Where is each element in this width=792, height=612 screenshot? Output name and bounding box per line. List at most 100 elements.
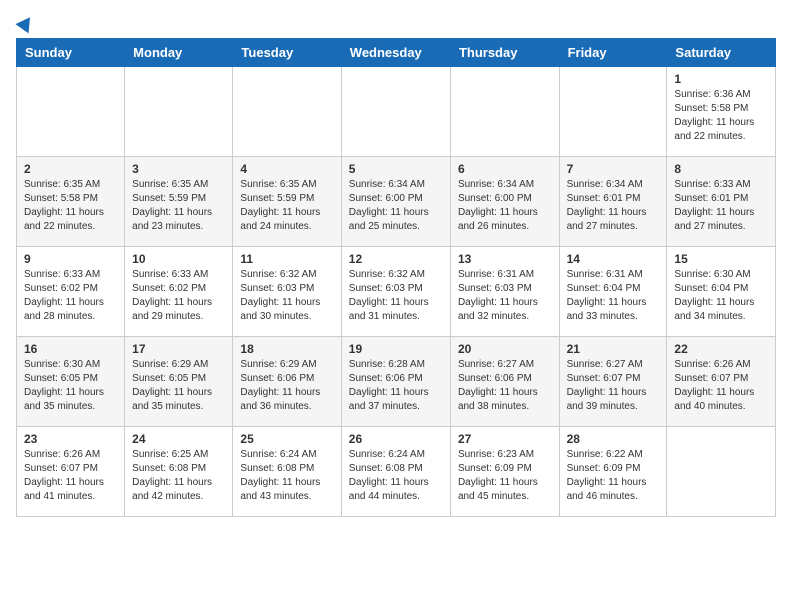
day-number: 28 [567, 432, 660, 446]
day-number: 8 [674, 162, 768, 176]
day-info: Sunrise: 6:31 AM Sunset: 6:04 PM Dayligh… [567, 268, 660, 324]
calendar-cell: 7 Sunrise: 6:34 AM Sunset: 6:01 PM Daylig… [559, 157, 667, 247]
day-number: 25 [240, 432, 333, 446]
day-number: 14 [567, 252, 660, 266]
calendar-cell: 15Sunrise: 6:30 AM Sunset: 6:04 PM Dayli… [667, 247, 776, 337]
calendar-cell [667, 427, 776, 517]
calendar-cell: 1 Sunrise: 6:36 AM Sunset: 5:58 PM Daylig… [667, 67, 776, 157]
calendar-cell: 12 Sunrise: 6:32 AM Sunset: 6:03 PM Dayli… [341, 247, 450, 337]
day-info: Sunrise: 6:34 AM Sunset: 6:00 PM Dayligh… [349, 178, 443, 234]
day-info: Sunrise: 6:23 AM Sunset: 6:09 PM Dayligh… [458, 448, 552, 504]
calendar-cell [17, 67, 125, 157]
day-number: 6 [458, 162, 552, 176]
calendar-table: Sunday Monday Tuesday Wednesday Thursday… [16, 38, 776, 517]
day-info: Sunrise: 6:29 AM Sunset: 6:05 PM Dayligh… [132, 358, 225, 414]
calendar-cell: 2 Sunrise: 6:35 AM Sunset: 5:58 PM Daylig… [17, 157, 125, 247]
page-header [16, 16, 776, 30]
day-info: Sunrise: 6:36 AM Sunset: 5:58 PM Dayligh… [674, 88, 768, 144]
calendar-cell: 25Sunrise: 6:24 AM Sunset: 6:08 PM Dayli… [233, 427, 341, 517]
day-number: 15 [674, 252, 768, 266]
day-number: 20 [458, 342, 552, 356]
calendar-cell [450, 67, 559, 157]
calendar-cell: 13 Sunrise: 6:31 AM Sunset: 6:03 PM Dayli… [450, 247, 559, 337]
calendar-week-row: 2 Sunrise: 6:35 AM Sunset: 5:58 PM Daylig… [17, 157, 776, 247]
day-info: Sunrise: 6:32 AM Sunset: 6:03 PM Dayligh… [349, 268, 443, 324]
day-info: Sunrise: 6:27 AM Sunset: 6:06 PM Dayligh… [458, 358, 552, 414]
day-info: Sunrise: 6:30 AM Sunset: 6:05 PM Dayligh… [24, 358, 117, 414]
day-info: Sunrise: 6:24 AM Sunset: 6:08 PM Dayligh… [349, 448, 443, 504]
day-number: 10 [132, 252, 225, 266]
calendar-cell: 18Sunrise: 6:29 AM Sunset: 6:06 PM Dayli… [233, 337, 341, 427]
day-number: 2 [24, 162, 117, 176]
calendar-cell: 17 Sunrise: 6:29 AM Sunset: 6:05 PM Dayli… [125, 337, 233, 427]
day-info: Sunrise: 6:34 AM Sunset: 6:00 PM Dayligh… [458, 178, 552, 234]
calendar-cell: 9 Sunrise: 6:33 AM Sunset: 6:02 PM Daylig… [17, 247, 125, 337]
calendar-cell: 28 Sunrise: 6:22 AM Sunset: 6:09 PM Dayli… [559, 427, 667, 517]
calendar-cell [559, 67, 667, 157]
calendar-cell: 10 Sunrise: 6:33 AM Sunset: 6:02 PM Dayli… [125, 247, 233, 337]
day-info: Sunrise: 6:35 AM Sunset: 5:58 PM Dayligh… [24, 178, 117, 234]
day-number: 13 [458, 252, 552, 266]
calendar-week-row: 23 Sunrise: 6:26 AM Sunset: 6:07 PM Dayli… [17, 427, 776, 517]
day-info: Sunrise: 6:26 AM Sunset: 6:07 PM Dayligh… [24, 448, 117, 504]
day-info: Sunrise: 6:33 AM Sunset: 6:02 PM Dayligh… [24, 268, 117, 324]
day-info: Sunrise: 6:35 AM Sunset: 5:59 PM Dayligh… [240, 178, 333, 234]
day-number: 21 [567, 342, 660, 356]
day-info: Sunrise: 6:35 AM Sunset: 5:59 PM Dayligh… [132, 178, 225, 234]
calendar-cell: 19 Sunrise: 6:28 AM Sunset: 6:06 PM Dayli… [341, 337, 450, 427]
day-number: 26 [349, 432, 443, 446]
header-sunday: Sunday [17, 39, 125, 67]
day-number: 19 [349, 342, 443, 356]
day-info: Sunrise: 6:33 AM Sunset: 6:02 PM Dayligh… [132, 268, 225, 324]
calendar-cell: 26 Sunrise: 6:24 AM Sunset: 6:08 PM Dayli… [341, 427, 450, 517]
calendar-cell: 14 Sunrise: 6:31 AM Sunset: 6:04 PM Dayli… [559, 247, 667, 337]
day-info: Sunrise: 6:22 AM Sunset: 6:09 PM Dayligh… [567, 448, 660, 504]
day-info: Sunrise: 6:28 AM Sunset: 6:06 PM Dayligh… [349, 358, 443, 414]
calendar-cell: 6 Sunrise: 6:34 AM Sunset: 6:00 PM Daylig… [450, 157, 559, 247]
calendar-cell: 4 Sunrise: 6:35 AM Sunset: 5:59 PM Daylig… [233, 157, 341, 247]
day-number: 27 [458, 432, 552, 446]
day-info: Sunrise: 6:27 AM Sunset: 6:07 PM Dayligh… [567, 358, 660, 414]
calendar-cell: 24 Sunrise: 6:25 AM Sunset: 6:08 PM Dayli… [125, 427, 233, 517]
day-number: 23 [24, 432, 117, 446]
calendar-cell: 23 Sunrise: 6:26 AM Sunset: 6:07 PM Dayli… [17, 427, 125, 517]
day-info: Sunrise: 6:33 AM Sunset: 6:01 PM Dayligh… [674, 178, 768, 234]
day-number: 7 [567, 162, 660, 176]
header-monday: Monday [125, 39, 233, 67]
day-number: 1 [674, 72, 768, 86]
day-number: 24 [132, 432, 225, 446]
day-number: 11 [240, 252, 333, 266]
calendar-cell [341, 67, 450, 157]
logo-triangle-icon [15, 13, 36, 34]
day-number: 9 [24, 252, 117, 266]
calendar-cell: 21 Sunrise: 6:27 AM Sunset: 6:07 PM Dayli… [559, 337, 667, 427]
day-number: 12 [349, 252, 443, 266]
day-number: 22 [674, 342, 768, 356]
calendar-cell: 20 Sunrise: 6:27 AM Sunset: 6:06 PM Dayli… [450, 337, 559, 427]
logo [16, 16, 34, 30]
calendar-cell: 22Sunrise: 6:26 AM Sunset: 6:07 PM Dayli… [667, 337, 776, 427]
day-number: 17 [132, 342, 225, 356]
calendar-cell: 27 Sunrise: 6:23 AM Sunset: 6:09 PM Dayli… [450, 427, 559, 517]
calendar-cell: 5 Sunrise: 6:34 AM Sunset: 6:00 PM Daylig… [341, 157, 450, 247]
header-friday: Friday [559, 39, 667, 67]
calendar-week-row: 9 Sunrise: 6:33 AM Sunset: 6:02 PM Daylig… [17, 247, 776, 337]
weekday-header-row: Sunday Monday Tuesday Wednesday Thursday… [17, 39, 776, 67]
day-number: 4 [240, 162, 333, 176]
header-thursday: Thursday [450, 39, 559, 67]
header-saturday: Saturday [667, 39, 776, 67]
calendar-cell: 3Sunrise: 6:35 AM Sunset: 5:59 PM Daylig… [125, 157, 233, 247]
day-info: Sunrise: 6:34 AM Sunset: 6:01 PM Dayligh… [567, 178, 660, 234]
calendar-cell [233, 67, 341, 157]
day-info: Sunrise: 6:25 AM Sunset: 6:08 PM Dayligh… [132, 448, 225, 504]
calendar-cell: 11 Sunrise: 6:32 AM Sunset: 6:03 PM Dayli… [233, 247, 341, 337]
calendar-week-row: 1 Sunrise: 6:36 AM Sunset: 5:58 PM Daylig… [17, 67, 776, 157]
day-info: Sunrise: 6:32 AM Sunset: 6:03 PM Dayligh… [240, 268, 333, 324]
day-info: Sunrise: 6:31 AM Sunset: 6:03 PM Dayligh… [458, 268, 552, 324]
day-number: 5 [349, 162, 443, 176]
header-tuesday: Tuesday [233, 39, 341, 67]
calendar-cell: 16Sunrise: 6:30 AM Sunset: 6:05 PM Dayli… [17, 337, 125, 427]
day-number: 18 [240, 342, 333, 356]
calendar-cell: 8 Sunrise: 6:33 AM Sunset: 6:01 PM Daylig… [667, 157, 776, 247]
calendar-week-row: 16Sunrise: 6:30 AM Sunset: 6:05 PM Dayli… [17, 337, 776, 427]
